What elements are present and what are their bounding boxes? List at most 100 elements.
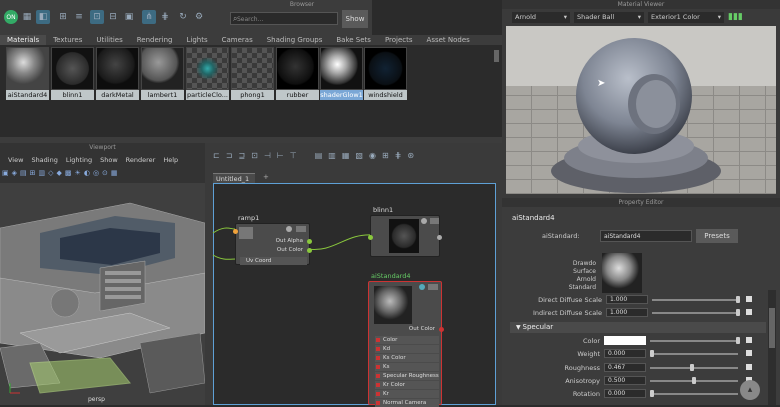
node-collapse-icon[interactable]	[296, 226, 306, 232]
grid-toggle-icon[interactable]: ⊞	[382, 151, 389, 165]
weight-slider[interactable]	[650, 353, 738, 355]
map-button[interactable]	[746, 364, 752, 370]
menu-help[interactable]: Help	[163, 156, 178, 166]
shaded-icon[interactable]: ◆	[57, 169, 62, 181]
material-darkmetal[interactable]: darkMetal	[96, 47, 139, 100]
map-button[interactable]	[746, 296, 752, 302]
input-connections-icon[interactable]: ⊏	[213, 151, 220, 165]
tab-projects[interactable]: Projects	[378, 35, 420, 45]
node-name-field[interactable]: aiStandard4	[600, 230, 692, 242]
add-selected-icon[interactable]: ⊣	[264, 151, 271, 165]
scroll-bottom-icon[interactable]: ▴	[740, 380, 760, 400]
node-tab[interactable]: aiStandard4	[512, 214, 555, 222]
port-specular-roughness[interactable]: Specular Roughness	[375, 372, 439, 380]
pause-render-icon[interactable]: ▮▮▮	[728, 11, 750, 23]
swatch-toggle-icon[interactable]: ◉	[369, 151, 376, 165]
tab-utilities[interactable]: Utilities	[89, 35, 129, 45]
show-button[interactable]: Show	[342, 10, 368, 28]
material-rubber[interactable]: rubber	[276, 47, 319, 100]
material-blinn1[interactable]: blinn1	[51, 47, 94, 100]
menu-view[interactable]: View	[8, 156, 23, 166]
menu-show[interactable]: Show	[100, 156, 118, 166]
menu-shading[interactable]: Shading	[31, 156, 57, 166]
node-collapse-icon[interactable]	[428, 284, 438, 290]
material-preview[interactable]	[506, 26, 776, 194]
organize-icon[interactable]: ⋕	[158, 10, 172, 24]
material-windshield[interactable]: windshield	[364, 47, 407, 100]
texture-icon[interactable]: ▩	[65, 169, 72, 181]
tab-asset-nodes[interactable]: Asset Nodes	[420, 35, 477, 45]
indirect-diffuse-field[interactable]: 1.000	[606, 308, 648, 317]
roughness-slider[interactable]	[650, 367, 738, 369]
light-icon[interactable]: ☀	[75, 169, 81, 181]
grid-icon[interactable]: ⊞	[30, 169, 36, 181]
shape-dropdown[interactable]: Shader Ball ▾	[574, 12, 644, 23]
connected-mode-icon[interactable]: ▥	[328, 151, 336, 165]
input-pin[interactable]	[233, 229, 238, 234]
tab-textures[interactable]: Textures	[46, 35, 89, 45]
tab-cameras[interactable]: Cameras	[215, 35, 260, 45]
output-pin[interactable]	[437, 235, 442, 240]
rotation-field[interactable]: 0.000	[604, 389, 646, 398]
output-pin[interactable]	[439, 327, 444, 332]
simple-mode-icon[interactable]: ▤	[315, 151, 323, 165]
output-connections-icon[interactable]: ⊒	[238, 151, 245, 165]
roughness-field[interactable]: 0.467	[604, 363, 646, 372]
port-color[interactable]: Color	[375, 336, 439, 344]
hud-icon[interactable]: ▦	[111, 169, 118, 181]
environment-dropdown[interactable]: Exterior1 Color ▾	[648, 12, 724, 23]
slider-handle[interactable]	[736, 309, 740, 316]
output-pin[interactable]	[307, 248, 312, 253]
node-collapse-icon[interactable]	[430, 218, 439, 224]
snap-icon[interactable]: ⋕	[395, 151, 402, 165]
weight-field[interactable]: 0.000	[604, 349, 646, 358]
slider-handle[interactable]	[692, 377, 696, 384]
direct-diffuse-field[interactable]: 1.000	[606, 295, 648, 304]
material-phong1[interactable]: phong1	[231, 47, 274, 100]
indirect-diffuse-slider[interactable]	[652, 312, 738, 314]
slider-handle[interactable]	[650, 350, 654, 357]
tile-icon[interactable]: ⊡	[90, 10, 104, 24]
graph-tab-untitled[interactable]: Untitled_1	[213, 173, 255, 183]
lock-icon[interactable]: ▤	[20, 169, 27, 181]
specular-section-header[interactable]: ▼ Specular	[510, 322, 766, 333]
layout-icon[interactable]: ⊟	[106, 10, 120, 24]
presets-button[interactable]: Presets	[696, 229, 738, 243]
map-button[interactable]	[746, 337, 752, 343]
slider-handle[interactable]	[736, 296, 740, 303]
node-settings-icon[interactable]	[286, 226, 292, 232]
scrollbar[interactable]	[768, 290, 776, 405]
scroll-handle[interactable]	[494, 50, 499, 62]
input-pin[interactable]	[368, 235, 373, 240]
node-aistandard4[interactable]: aiStandard4 Out Color Color Kd Ks Color …	[368, 272, 444, 407]
material-particlecloud[interactable]: particleClo...	[186, 47, 229, 100]
output-pin[interactable]	[307, 239, 312, 244]
isolate-icon[interactable]: ⊙	[102, 169, 108, 181]
material-shaderglow1[interactable]: shaderGlow1	[320, 47, 363, 100]
clear-graph-icon[interactable]: ⊡	[251, 151, 258, 165]
color-slider[interactable]	[650, 340, 738, 342]
port-ks-color[interactable]: Ks Color	[375, 354, 439, 362]
tab-materials[interactable]: Materials	[0, 35, 47, 45]
slider-handle[interactable]	[736, 337, 740, 344]
search-field[interactable]: ⌕ Search...	[230, 12, 338, 25]
custom-mode-icon[interactable]: ▧	[355, 151, 363, 165]
full-mode-icon[interactable]: ▦	[342, 151, 350, 165]
wireframe-icon[interactable]: ◇	[48, 169, 53, 181]
refresh-icon[interactable]: ↻	[176, 10, 190, 24]
tab-shading-groups[interactable]: Shading Groups	[260, 35, 330, 45]
slider-handle[interactable]	[690, 364, 694, 371]
panel-icon[interactable]: ▣	[122, 10, 136, 24]
anisotropy-field[interactable]: 0.500	[604, 376, 646, 385]
remove-selected-icon[interactable]: ⊢	[277, 151, 284, 165]
camera-icon[interactable]: ▣	[2, 169, 9, 181]
color-swatch[interactable]	[604, 336, 646, 345]
direct-diffuse-slider[interactable]	[652, 299, 738, 301]
menu-lighting[interactable]: Lighting	[66, 156, 92, 166]
xray-icon[interactable]: ◎	[93, 169, 99, 181]
node-settings-icon[interactable]	[421, 218, 427, 224]
material-aistandard4[interactable]: aiStandard4	[6, 47, 49, 100]
grid-icon[interactable]: ⊞	[56, 10, 70, 24]
map-button[interactable]	[746, 309, 752, 315]
layout-icon[interactable]: ⊛	[407, 151, 414, 165]
